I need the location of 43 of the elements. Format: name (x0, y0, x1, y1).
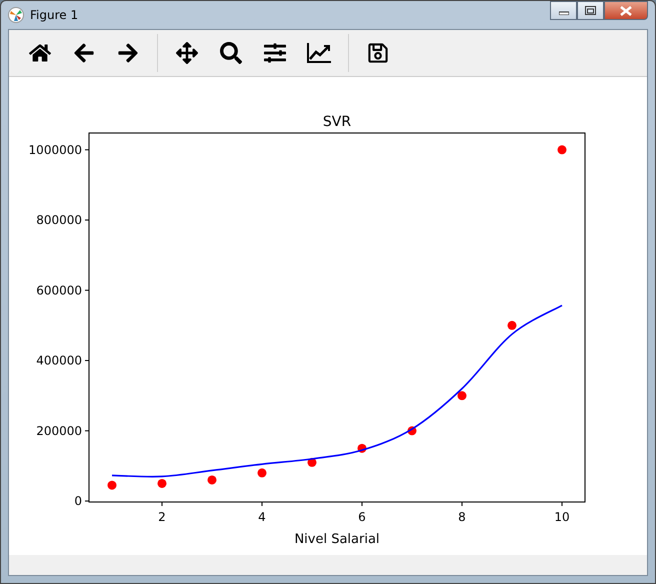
data-point (308, 458, 316, 467)
data-point (108, 480, 116, 490)
x-tick-label: 6 (358, 510, 366, 524)
y-tick-label: 200000 (36, 424, 82, 438)
x-tick-label: 10 (554, 510, 570, 524)
y-tick-label: 0 (74, 494, 82, 508)
close-button[interactable] (604, 1, 648, 20)
x-tick-label: 2 (158, 510, 166, 524)
arrow-right-icon (117, 42, 139, 64)
data-point (458, 391, 466, 400)
x-tick-label: 4 (258, 510, 266, 524)
chart-title: SVR (322, 114, 352, 130)
data-point (508, 320, 516, 330)
sliders-icon (264, 42, 286, 64)
y-tick-label: 400000 (36, 354, 82, 368)
move-arrows-icon (176, 42, 198, 64)
data-point (558, 145, 566, 154)
tick-mark (84, 149, 90, 150)
arrow-left-icon (73, 42, 95, 64)
line-chart-icon (306, 42, 332, 64)
data-point (258, 468, 266, 478)
data-point (408, 426, 416, 436)
minimize-button[interactable] (550, 1, 577, 20)
home-icon (29, 42, 51, 64)
tick-mark (84, 290, 90, 291)
window-title: Figure 1 (30, 8, 80, 22)
data-point (208, 475, 216, 484)
close-icon (620, 6, 632, 16)
y-tick-label: 800000 (36, 213, 82, 228)
tick-mark (84, 220, 90, 221)
search-icon (220, 42, 242, 64)
app-icon (8, 7, 24, 23)
tick-mark (84, 500, 90, 502)
data-point (158, 478, 166, 488)
x-axis-label: Nivel Salarial (294, 532, 380, 547)
data-point (358, 444, 366, 453)
maximize-button[interactable] (577, 1, 604, 20)
maximize-icon (585, 6, 596, 15)
tick-mark (84, 430, 90, 432)
x-tick-label: 8 (458, 510, 466, 524)
tick-mark (84, 360, 90, 362)
y-tick-label: 1000000 (28, 142, 82, 157)
y-tick-label: 600000 (36, 283, 82, 298)
